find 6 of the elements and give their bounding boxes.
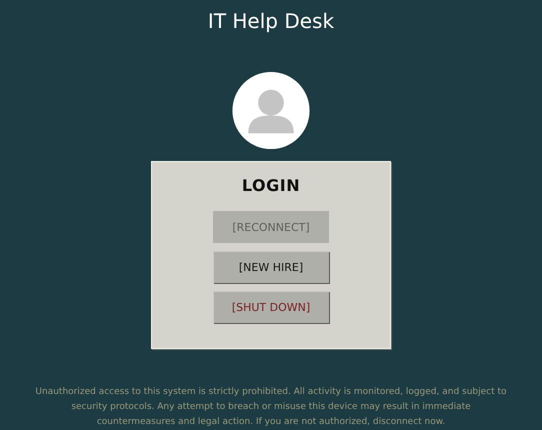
menu-button[interactable]: [NEW HIRE] xyxy=(213,251,329,284)
login-heading: LOGIN xyxy=(242,176,300,196)
menu-button[interactable]: [SHUT DOWN] xyxy=(213,291,329,324)
warning-notice: Unauthorized access to this system is strictly prohibited. All activity is monitored, logged, and subject to security protocols. Any attempt to breach or misuse this device may result in immediate countermeasures and legal action. If you are not authorized, disconnect now. xyxy=(34,386,508,429)
page-title: IT Help Desk xyxy=(208,8,334,34)
user-avatar-icon xyxy=(232,72,310,150)
